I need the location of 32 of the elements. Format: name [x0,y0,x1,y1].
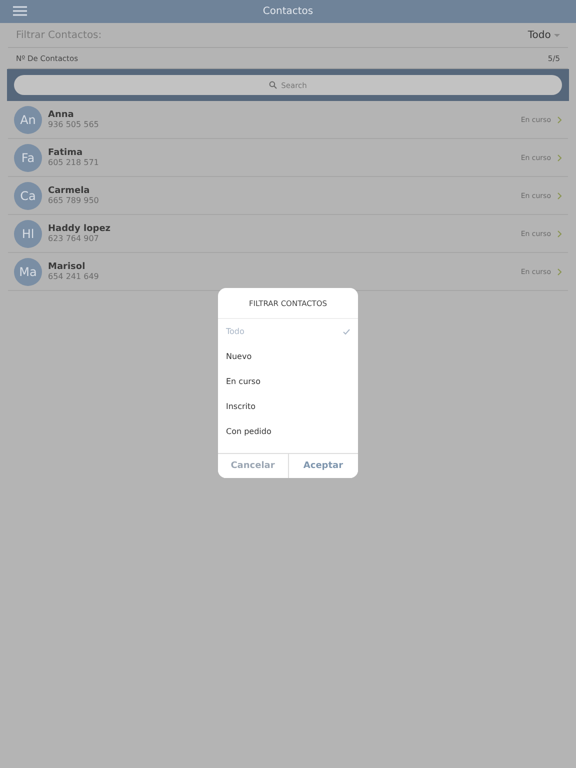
contact-phone: 605 218 571 [48,158,100,167]
chevron-right-icon [557,116,562,124]
contact-phone: 623 764 907 [48,234,100,243]
accept-button[interactable]: Aceptar [288,454,358,478]
filter-label: Filtrar Contactos: [16,30,102,40]
caret-icon [554,34,560,38]
contact-name: Carmela [48,186,91,196]
filter-option[interactable]: En curso [218,369,358,394]
checkmark-icon [343,328,350,334]
contact-name: Fatima [48,148,84,158]
avatar: Ma [14,258,42,286]
filter-option[interactable]: Nuevo [218,344,358,369]
avatar: Fa [14,144,42,172]
contact-name: Anna [48,110,75,120]
avatar: Ca [14,182,42,210]
filter-option[interactable]: Inscrito [218,394,358,419]
avatar: An [14,106,42,134]
contact-phone: 665 789 950 [48,196,100,205]
chevron-right-icon [557,230,562,238]
chevron-right-icon [557,192,562,200]
filter-dropdown[interactable]: Todo [528,30,560,40]
contact-name: Haddy lopez [48,224,112,234]
screen-title: Contactos [262,6,314,17]
chevron-right-icon [557,268,562,276]
search-icon [269,81,278,89]
contact-phone: 654 241 649 [48,272,100,281]
menu-icon[interactable] [13,6,27,16]
chevron-right-icon [557,154,562,162]
filter-option[interactable]: Con pedido [218,419,358,444]
contact-phone: 936 505 565 [48,120,100,129]
contact-name: Marisol [48,262,86,272]
avatar: Hl [14,220,42,248]
